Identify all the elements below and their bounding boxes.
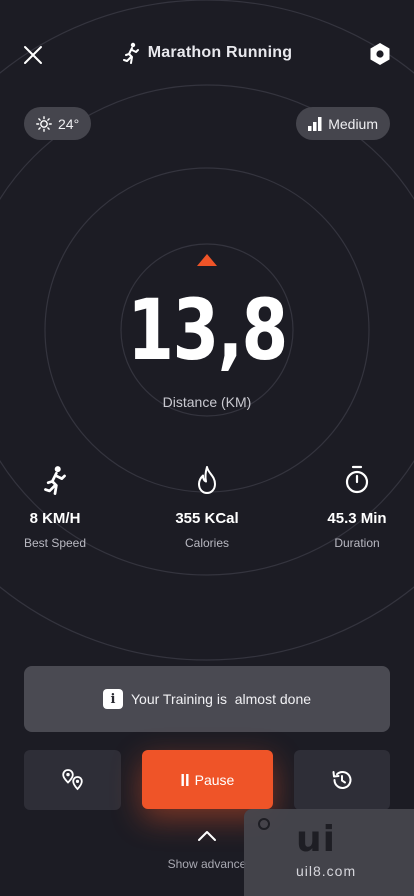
stat-label: Calories xyxy=(184,536,229,550)
distance-label: Distance (KM) xyxy=(162,394,252,410)
history-icon xyxy=(332,771,352,789)
stat-value: 355 KCal xyxy=(175,510,239,527)
stat-duration: 45.3 Min Duration xyxy=(292,462,414,550)
info-icon: i xyxy=(102,689,123,709)
page-title: Marathon Running xyxy=(147,44,293,61)
flame-icon xyxy=(198,466,216,494)
running-person-icon xyxy=(122,42,139,64)
map-button[interactable] xyxy=(24,750,121,810)
stat-calories: 355 KCal Calories xyxy=(142,462,272,550)
watermark-dot xyxy=(258,818,270,830)
notice-text: Your Training is almost done xyxy=(130,691,312,707)
watermark: ui uil8.com xyxy=(244,809,414,896)
signal-bars-icon xyxy=(308,116,322,131)
running-person-icon xyxy=(44,466,66,495)
training-notice: i Your Training is almost done xyxy=(24,666,390,732)
history-button[interactable] xyxy=(294,750,390,810)
watermark-brand: ui xyxy=(296,819,336,860)
settings-button[interactable] xyxy=(366,40,394,68)
stat-label: Duration xyxy=(334,536,380,550)
sun-icon xyxy=(36,115,52,132)
temperature-chip[interactable]: 24° xyxy=(24,107,92,140)
stat-best-speed: 8 KM/H Best Speed xyxy=(0,462,120,550)
chevron-up-icon[interactable] xyxy=(195,828,219,844)
distance-value: 13,8 xyxy=(127,281,288,379)
stat-label: Best Speed xyxy=(23,536,87,550)
pause-label: Pause xyxy=(194,771,235,788)
watermark-url: uil8.com xyxy=(296,863,357,879)
pause-button[interactable]: Pause xyxy=(142,750,273,809)
stopwatch-icon xyxy=(345,465,369,494)
location-pins-icon xyxy=(61,769,83,791)
pause-icon xyxy=(181,773,189,786)
stat-value: 45.3 Min xyxy=(327,510,387,527)
top-bar: Marathon Running xyxy=(0,30,414,78)
temperature-value: 24° xyxy=(58,115,80,132)
hexagon-settings-icon xyxy=(370,43,390,65)
title-group: Marathon Running xyxy=(0,42,414,64)
triangle-pointer-icon xyxy=(197,254,217,266)
stat-value: 8 KM/H xyxy=(29,510,81,527)
intensity-value: Medium xyxy=(328,115,378,132)
intensity-chip[interactable]: Medium xyxy=(296,107,390,140)
